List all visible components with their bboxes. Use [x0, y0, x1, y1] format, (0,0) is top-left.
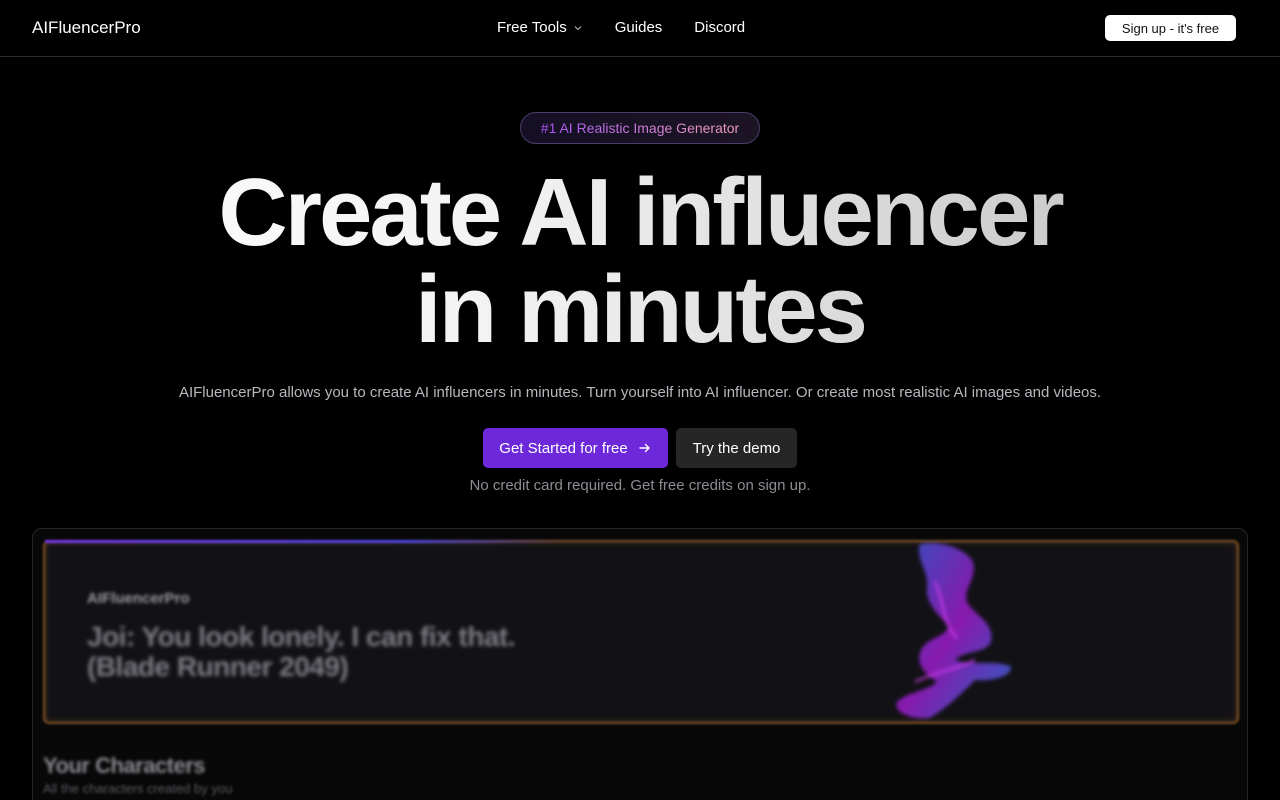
cta-row: Get Started for free Try the demo	[483, 428, 797, 468]
badge-text: #1 AI Realistic Image Generator	[540, 120, 740, 136]
banner-accent-line	[45, 540, 565, 543]
characters-title: Your Characters	[43, 753, 206, 778]
nav-links: Free Tools Guides Discord	[497, 19, 745, 36]
headline-line-1: Create AI influencer	[0, 164, 1280, 261]
get-started-label: Get Started for free	[499, 439, 628, 457]
banner-brand: AIFluencerPro	[87, 590, 190, 607]
headline-line-2: in minutes	[0, 261, 1280, 358]
nav-link-guides[interactable]: Guides	[615, 19, 663, 36]
nav-link-discord[interactable]: Discord	[694, 19, 745, 36]
app-preview: AIFluencerPro Joi: You look lonely. I ca…	[32, 528, 1248, 800]
hero-badge: #1 AI Realistic Image Generator	[520, 112, 760, 144]
top-nav: AIFluencerPro Free Tools Guides Discord …	[0, 0, 1280, 57]
preview-banner: AIFluencerPro Joi: You look lonely. I ca…	[43, 540, 1239, 724]
arrow-right-icon	[639, 443, 650, 453]
banner-title-line-2: (Blade Runner 2049)	[87, 651, 349, 682]
hero-headline: Create AI influencer in minutes	[0, 164, 1280, 358]
get-started-button[interactable]: Get Started for free	[483, 428, 668, 468]
banner-title-line-1: Joi: You look lonely. I can fix that.	[87, 621, 516, 652]
logo[interactable]: AIFluencerPro	[32, 18, 141, 38]
nav-link-free-tools[interactable]: Free Tools	[497, 19, 583, 36]
signup-button[interactable]: Sign up - it's free	[1105, 15, 1236, 41]
hero-subtitle: AIFluencerPro allows you to create AI in…	[178, 384, 1102, 401]
banner-title: Joi: You look lonely. I can fix that. (B…	[87, 621, 516, 682]
characters-subtitle: All the characters created by you	[43, 781, 233, 796]
hologram-figure-image	[896, 542, 1011, 719]
cta-note: No credit card required. Get free credit…	[469, 477, 811, 494]
try-demo-button[interactable]: Try the demo	[676, 428, 797, 468]
chevron-down-icon	[574, 25, 582, 30]
nav-link-label: Free Tools	[497, 19, 567, 36]
